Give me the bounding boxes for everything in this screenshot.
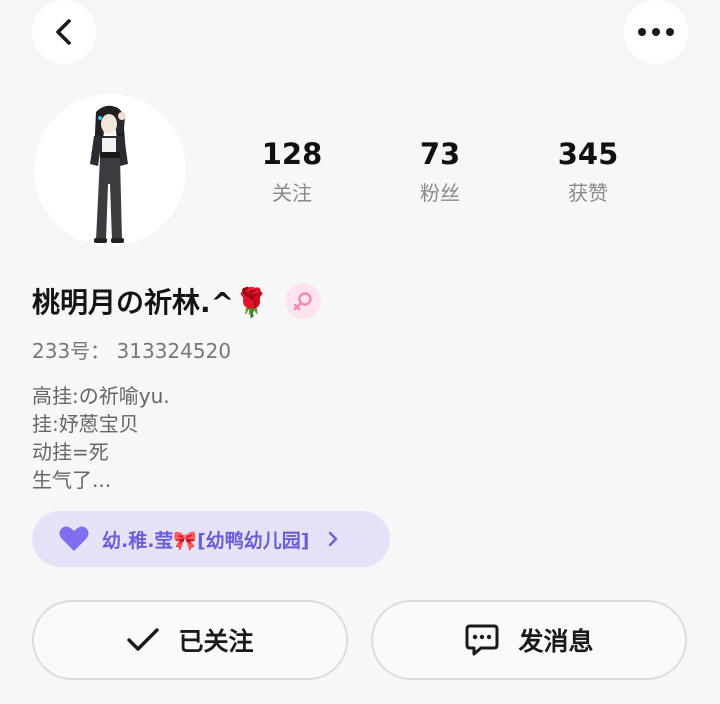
checkmark-icon bbox=[126, 627, 160, 653]
avatar[interactable] bbox=[34, 94, 186, 246]
chat-bubble-icon bbox=[464, 623, 500, 657]
stat-likes[interactable]: 345 获赞 bbox=[528, 134, 648, 210]
fans-count: 73 bbox=[419, 137, 461, 171]
bio-line: 生气了... bbox=[32, 468, 112, 492]
name-row: 桃明月の祈林.^🌹 bbox=[32, 278, 321, 324]
stat-fans[interactable]: 73 粉丝 bbox=[380, 134, 500, 210]
gender-badge bbox=[284, 283, 321, 319]
bio-line: 动挂=死 bbox=[32, 440, 109, 464]
likes-count: 345 bbox=[557, 137, 619, 171]
following-label: 关注 bbox=[272, 181, 312, 205]
bio: 高挂:の祈喻yu. 挂:妤蒽宝贝 动挂=死 生气了... bbox=[32, 382, 170, 494]
more-options-button[interactable] bbox=[624, 0, 688, 64]
user-id: 233号： 313324520 bbox=[32, 339, 232, 363]
group-badge-button[interactable]: 幼.稚.莹🎀[幼鸭幼儿园] bbox=[32, 511, 390, 567]
back-arrow-icon bbox=[52, 17, 76, 47]
send-message-button[interactable]: 发消息 bbox=[371, 600, 687, 680]
chevron-right-icon bbox=[327, 530, 339, 548]
back-button[interactable] bbox=[32, 0, 96, 64]
followed-label: 已关注 bbox=[178, 627, 254, 656]
username: 桃明月の祈林.^🌹 bbox=[32, 286, 269, 319]
send-message-label: 发消息 bbox=[518, 627, 594, 656]
following-count: 128 bbox=[261, 137, 323, 171]
bio-line: 挂:妤蒽宝贝 bbox=[32, 412, 139, 436]
followed-button[interactable]: 已关注 bbox=[32, 600, 348, 680]
more-dots-icon bbox=[636, 26, 676, 38]
female-icon bbox=[292, 290, 314, 312]
bio-line: 高挂:の祈喻yu. bbox=[32, 384, 170, 408]
group-name: 幼.稚.莹🎀[幼鸭幼儿园] bbox=[102, 529, 310, 552]
stat-following[interactable]: 128 关注 bbox=[232, 134, 352, 210]
purple-heart-icon bbox=[58, 525, 90, 553]
fans-label: 粉丝 bbox=[420, 181, 460, 205]
likes-label: 获赞 bbox=[568, 181, 608, 205]
anime-character-avatar bbox=[90, 105, 128, 243]
